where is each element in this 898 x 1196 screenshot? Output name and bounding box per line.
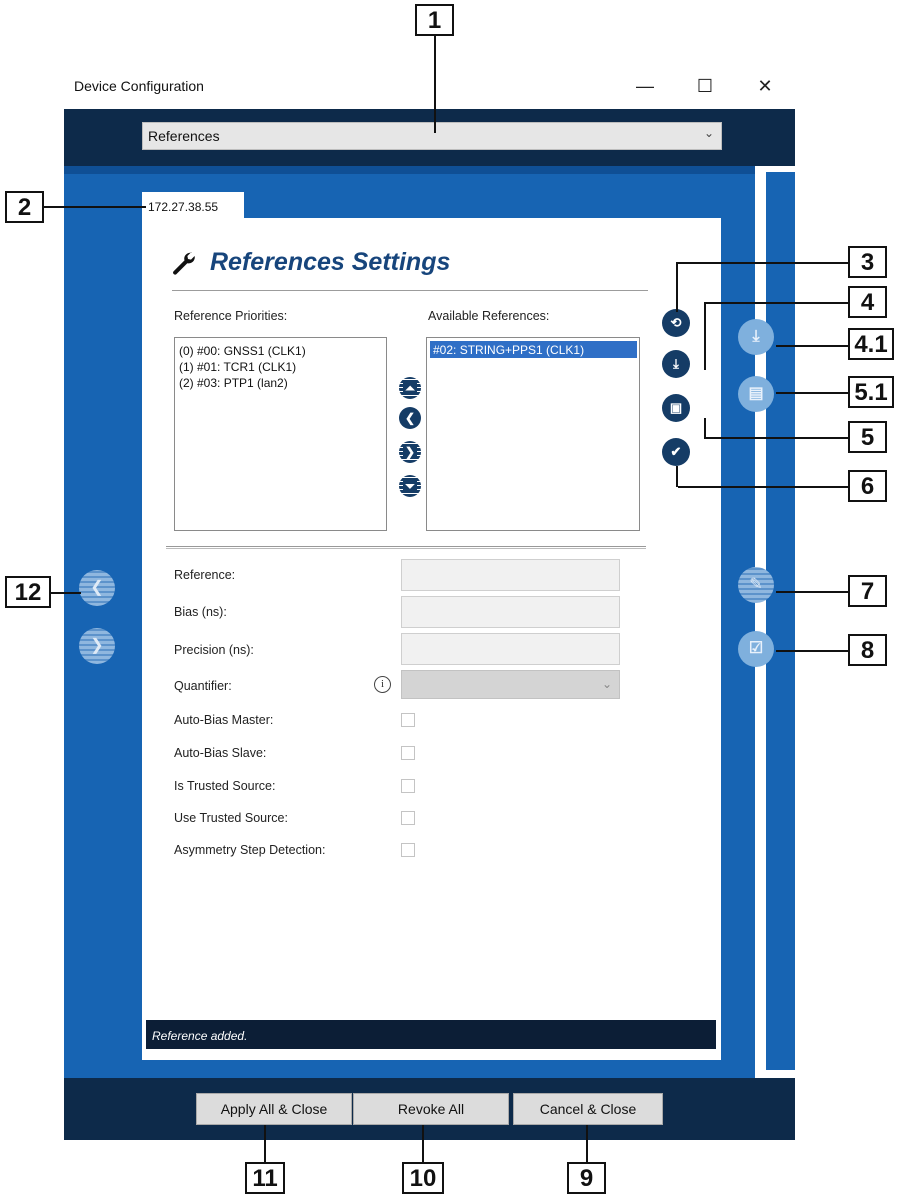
next-icon[interactable]: ❯ [79,628,115,664]
callout-line [776,650,848,652]
list-item[interactable]: (1) #01: TCR1 (CLK1) [179,360,296,374]
bias-label: Bias (ns): [174,605,227,619]
callout-line [776,591,848,593]
callout-8: 8 [848,634,887,666]
status-message: Reference added. [152,1029,248,1043]
callout-1: 1 [415,4,454,36]
quantifier-select[interactable]: ⌄ [401,670,620,699]
callout-line [422,1125,424,1162]
callout-line [678,486,848,488]
callout-5-1: 5.1 [848,376,894,408]
callout-line [704,302,706,370]
auto-bias-master-checkbox[interactable] [401,713,415,727]
list-item-selected[interactable]: #02: STRING+PPS1 (CLK1) [430,341,637,358]
reference-field[interactable] [401,559,620,591]
reference-priorities-list[interactable]: (0) #00: GNSS1 (CLK1) (1) #01: TCR1 (CLK… [174,337,387,531]
callout-2: 2 [5,191,44,223]
callout-12: 12 [5,576,51,608]
list-item[interactable]: (0) #00: GNSS1 (CLK1) [179,344,306,358]
divider [172,290,648,291]
callout-line [586,1125,588,1162]
side-toolbar [766,172,795,1070]
callout-11: 11 [245,1162,285,1194]
chevron-down-icon[interactable]: ⌄ [704,126,714,140]
callout-line [706,302,848,304]
cancel-close-button[interactable]: Cancel & Close [513,1093,663,1125]
available-label: Available References: [428,309,550,323]
precision-label: Precision (ns): [174,643,254,657]
reference-label: Reference: [174,568,236,582]
callout-6: 6 [848,470,887,502]
wrench-settings-icon[interactable]: ✎ [738,567,774,603]
callout-line [704,418,706,438]
callout-line [676,466,678,487]
callout-3: 3 [848,246,887,278]
move-right-button[interactable]: ❯ [399,441,421,463]
load-all-icon[interactable]: ⤓ [738,319,774,355]
is-trusted-source-checkbox[interactable] [401,779,415,793]
callout-10: 10 [402,1162,444,1194]
maximize-button[interactable]: ☐ [690,73,720,99]
is-trusted-source-label: Is Trusted Source: [174,779,276,793]
chevron-down-icon: ⌄ [602,677,613,691]
bias-field[interactable] [401,596,620,628]
move-left-button[interactable]: ❮ [399,407,421,429]
callout-4: 4 [848,286,887,318]
auto-bias-master-label: Auto-Bias Master: [174,713,274,727]
callout-line [434,36,436,133]
auto-bias-slave-checkbox[interactable] [401,746,415,760]
auto-bias-slave-label: Auto-Bias Slave: [174,746,267,760]
load-icon[interactable]: ⤓ [662,350,690,378]
callout-line [51,592,81,594]
callout-line [676,262,678,312]
callout-4-1: 4.1 [848,328,894,360]
asymmetry-step-detection-checkbox[interactable] [401,843,415,857]
quantifier-label: Quantifier: [174,679,232,693]
apply-check-icon[interactable]: ✔ [662,438,690,466]
section-select-value: References [148,128,220,144]
apply-all-close-button[interactable]: Apply All & Close [196,1093,352,1125]
list-item[interactable]: (2) #03: PTP1 (lan2) [179,376,288,390]
callout-line [776,392,848,394]
callout-line [704,437,848,439]
minimize-button[interactable]: — [630,73,660,99]
callout-line [264,1125,266,1162]
close-button[interactable]: ✕ [750,73,780,99]
tab-device-label: 172.27.38.55 [148,200,219,214]
move-bottom-button[interactable]: ⏷ [399,475,421,497]
clipboard-check-icon[interactable]: ☑ [738,631,774,667]
callout-line [44,206,146,208]
side-divider [755,172,766,1070]
info-icon[interactable]: i [374,676,391,693]
revoke-icon[interactable]: ⟲ [662,309,690,337]
asymmetry-step-detection-label: Asymmetry Step Detection: [174,843,326,857]
section-select[interactable] [142,122,722,150]
divider [166,546,646,549]
save-icon[interactable]: ▣ [662,394,690,422]
callout-5: 5 [848,421,887,453]
callout-7: 7 [848,575,887,607]
page-title: References Settings [210,248,451,276]
callout-9: 9 [567,1162,606,1194]
callout-line [776,345,848,347]
wrench-icon [173,252,195,275]
save-all-icon[interactable]: ▤ [738,376,774,412]
priorities-label: Reference Priorities: [174,309,288,323]
move-top-button[interactable]: ⏶ [399,377,421,399]
callout-line [678,262,848,264]
use-trusted-source-checkbox[interactable] [401,811,415,825]
available-references-list[interactable] [426,337,640,531]
use-trusted-source-label: Use Trusted Source: [174,811,288,825]
precision-field[interactable] [401,633,620,665]
list-item-label: #02: STRING+PPS1 (CLK1) [433,343,585,357]
window-title: Device Configuration [74,78,204,94]
revoke-all-button[interactable]: Revoke All [353,1093,509,1125]
previous-icon[interactable]: ❮ [79,570,115,606]
